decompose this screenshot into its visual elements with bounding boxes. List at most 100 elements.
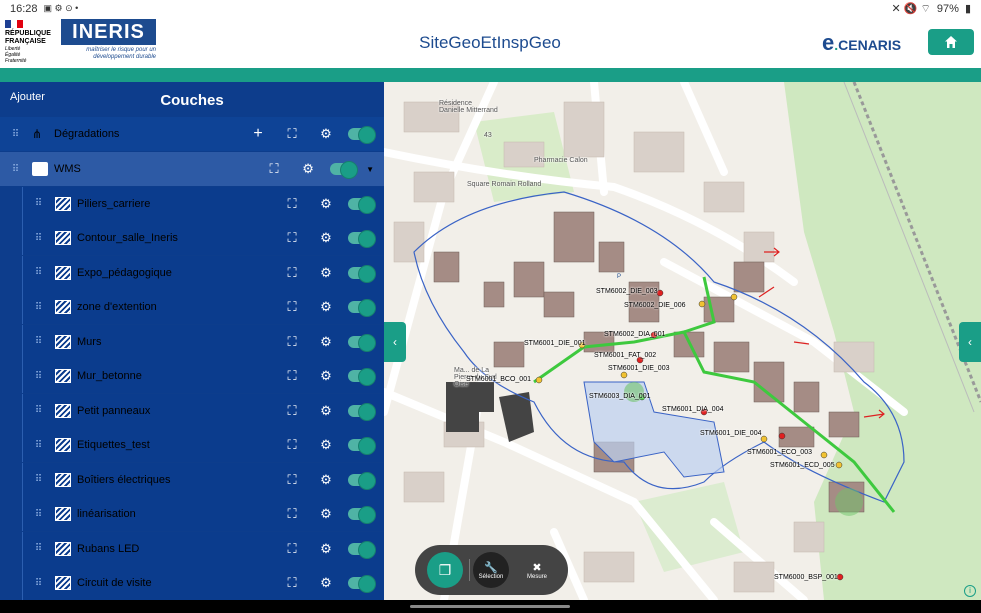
visibility-toggle[interactable] xyxy=(348,195,376,214)
visibility-toggle[interactable] xyxy=(348,264,376,283)
visibility-toggle[interactable] xyxy=(348,402,376,421)
layer-row[interactable]: ⠿ Murs ⛶ ⚙ xyxy=(22,324,384,359)
layer-label: Expo_pédagogique xyxy=(77,266,172,279)
settings-icon[interactable]: ⚙ xyxy=(316,124,336,144)
settings-icon[interactable]: ⚙ xyxy=(316,470,336,490)
settings-icon[interactable]: ⚙ xyxy=(316,332,336,352)
layer-row[interactable]: ⠿ Petit panneaux ⛶ ⚙ xyxy=(22,393,384,428)
copy-button[interactable]: ❐ xyxy=(427,552,463,588)
layer-row[interactable]: ⠿ Boîtiers électriques ⛶ ⚙ xyxy=(22,462,384,497)
layer-label: Contour_salle_Ineris xyxy=(77,232,178,245)
drag-handle-icon[interactable]: ⠿ xyxy=(29,233,47,244)
settings-icon[interactable]: ⚙ xyxy=(316,435,336,455)
layer-row[interactable]: ⠿ Contour_salle_Ineris ⛶ ⚙ xyxy=(22,221,384,256)
layer-label: Mur_betonne xyxy=(77,370,142,383)
settings-icon[interactable]: ⚙ xyxy=(316,504,336,524)
drag-handle-icon[interactable]: ⠿ xyxy=(6,129,24,140)
drag-handle-icon[interactable]: ⠿ xyxy=(29,198,47,209)
visibility-toggle[interactable] xyxy=(348,230,376,249)
layer-label: Dégradations xyxy=(54,128,120,141)
collapse-left-panel-button[interactable]: ‹ xyxy=(384,322,406,362)
layer-row[interactable]: ⠿ Mur_betonne ⛶ ⚙ xyxy=(22,359,384,394)
settings-icon[interactable]: ⚙ xyxy=(316,263,336,283)
zoom-extent-icon[interactable]: ⛶ xyxy=(282,504,302,524)
settings-icon[interactable]: ⚙ xyxy=(316,297,336,317)
drag-handle-icon[interactable]: ⠿ xyxy=(29,474,47,485)
drag-handle-icon[interactable]: ⠿ xyxy=(29,405,47,416)
drag-handle-icon[interactable]: ⠿ xyxy=(29,543,47,554)
drag-handle-icon[interactable]: ⠿ xyxy=(29,267,47,278)
page-title: SiteGeoEtInspGeo xyxy=(419,33,561,52)
drag-handle-icon[interactable]: ⠿ xyxy=(29,509,47,520)
visibility-toggle[interactable] xyxy=(348,299,376,318)
visibility-toggle[interactable] xyxy=(348,540,376,559)
zoom-extent-icon[interactable]: ⛶ xyxy=(282,228,302,248)
hatched-layer-icon xyxy=(55,576,71,591)
layer-row[interactable]: ⠿ ⋔ Dégradations + ⛶ ⚙ xyxy=(0,117,384,152)
visibility-toggle[interactable] xyxy=(348,471,376,490)
system-nav-bar xyxy=(0,600,981,613)
layer-row[interactable]: ⠿ linéarisation ⛶ ⚙ xyxy=(22,497,384,532)
layer-row[interactable]: ⠿ Expo_pédagogique ⛶ ⚙ xyxy=(22,255,384,290)
drag-handle-icon[interactable]: ⠿ xyxy=(6,164,24,175)
visibility-toggle[interactable] xyxy=(348,437,376,456)
add-icon[interactable]: + xyxy=(248,124,268,144)
visibility-toggle[interactable] xyxy=(330,161,359,180)
measure-label: Mesure xyxy=(526,573,547,580)
map-canvas[interactable]: P xyxy=(384,82,981,600)
zoom-extent-icon[interactable]: ⛶ xyxy=(282,332,302,352)
house-number: 43 xyxy=(484,132,492,139)
visibility-toggle[interactable] xyxy=(348,506,376,525)
layer-label: WMS xyxy=(54,163,81,176)
zoom-extent-icon[interactable]: ⛶ xyxy=(282,573,302,593)
layer-label: Boîtiers électriques xyxy=(77,473,171,486)
drag-handle-icon[interactable]: ⠿ xyxy=(29,302,47,313)
measure-button[interactable]: ✖ Mesure xyxy=(519,552,555,588)
layer-row[interactable]: ⠿ Circuit de visite ⛶ ⚙ xyxy=(22,566,384,601)
drag-handle-icon[interactable]: ⠿ xyxy=(29,371,47,382)
settings-icon[interactable]: ⚙ xyxy=(316,366,336,386)
drag-handle-icon[interactable]: ⠿ xyxy=(29,578,47,589)
settings-icon[interactable]: ⚙ xyxy=(316,228,336,248)
layer-row[interactable]: ⠿ Piliers_carriere ⛶ ⚙ xyxy=(22,186,384,221)
zoom-extent-icon[interactable]: ⛶ xyxy=(282,401,302,421)
hatched-layer-icon xyxy=(55,300,71,315)
zoom-extent-icon[interactable]: ⛶ xyxy=(264,159,284,179)
zoom-extent-icon[interactable]: ⛶ xyxy=(282,124,302,144)
visibility-toggle[interactable] xyxy=(348,333,376,352)
marker-label-3: STM6002_DIA_001 xyxy=(604,331,666,338)
chevron-left-icon: ‹ xyxy=(393,335,397,349)
zoom-extent-icon[interactable]: ⛶ xyxy=(282,470,302,490)
visibility-toggle[interactable] xyxy=(348,126,376,145)
settings-icon[interactable]: ⚙ xyxy=(316,401,336,421)
visibility-toggle[interactable] xyxy=(348,368,376,387)
caret-down-icon[interactable]: ▼ xyxy=(366,165,374,174)
zoom-extent-icon[interactable]: ⛶ xyxy=(282,435,302,455)
zoom-extent-icon[interactable]: ⛶ xyxy=(282,194,302,214)
layer-label: Murs xyxy=(77,335,102,348)
home-button[interactable] xyxy=(928,29,974,55)
zoom-extent-icon[interactable]: ⛶ xyxy=(282,297,302,317)
settings-icon[interactable]: ⚙ xyxy=(316,539,336,559)
visibility-toggle[interactable] xyxy=(348,575,376,594)
layer-row[interactable]: ⠿ Etiquettes_test ⛶ ⚙ xyxy=(22,428,384,463)
zoom-extent-icon[interactable]: ⛶ xyxy=(282,263,302,283)
settings-icon[interactable]: ⚙ xyxy=(298,159,318,179)
battery-level: 97% xyxy=(936,2,959,15)
marker-label-2: STM6002_DIE_006 xyxy=(624,302,686,309)
drag-handle-icon[interactable]: ⠿ xyxy=(29,336,47,347)
marker-label-4: STM6001_DIE_001 xyxy=(524,340,586,347)
drag-handle-icon[interactable]: ⠿ xyxy=(29,440,47,451)
layer-row[interactable]: ⠿ zone d'extention ⛶ ⚙ xyxy=(22,290,384,325)
map-view[interactable]: P Résidence Danielle Mitterrand Pharmaci… xyxy=(384,82,981,600)
selection-button[interactable]: 🔧 Sélection xyxy=(473,552,509,588)
zoom-extent-icon[interactable]: ⛶ xyxy=(282,366,302,386)
home-gesture-handle[interactable] xyxy=(410,605,570,608)
expand-right-panel-button[interactable]: ‹ xyxy=(959,322,981,362)
zoom-extent-icon[interactable]: ⛶ xyxy=(282,539,302,559)
settings-icon[interactable]: ⚙ xyxy=(316,194,336,214)
layer-row[interactable]: ⠿ WMS ⛶ ⚙ ▼ xyxy=(0,152,384,187)
layer-row[interactable]: ⠿ Rubans LED ⛶ ⚙ xyxy=(22,531,384,566)
settings-icon[interactable]: ⚙ xyxy=(316,573,336,593)
info-icon[interactable]: i xyxy=(964,585,976,597)
